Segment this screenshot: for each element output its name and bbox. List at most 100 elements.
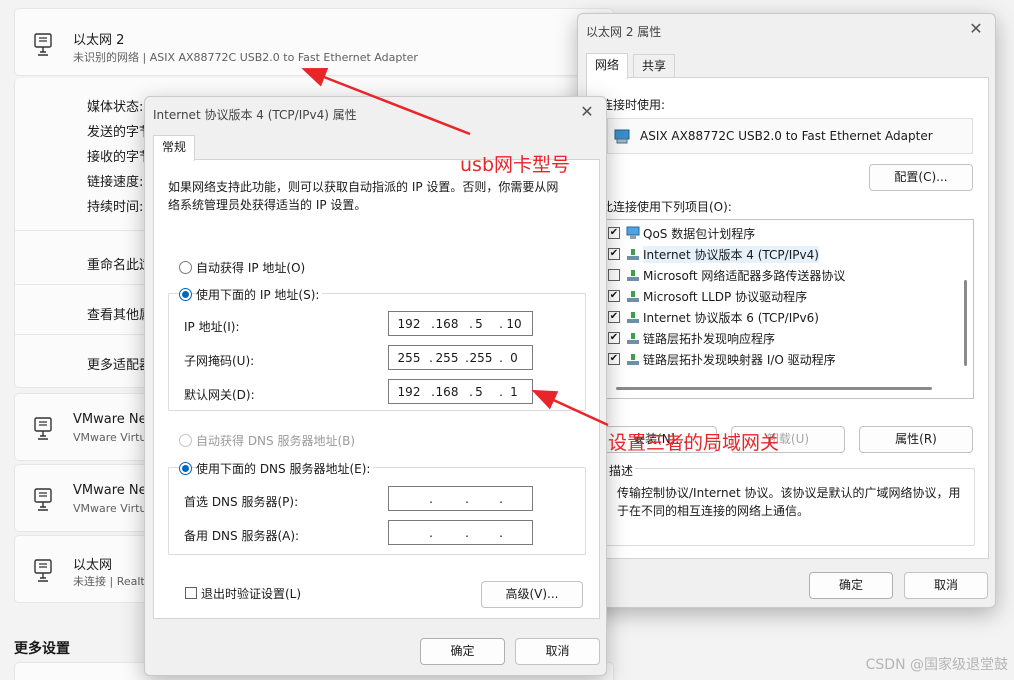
item-label: 链路层拓扑发现响应程序	[643, 332, 776, 346]
octet: 255	[469, 351, 493, 365]
description-label: 描述	[607, 462, 636, 479]
ethernet-icon	[34, 559, 52, 582]
adapter-box: ASIX AX88772C USB2.0 to Fast Ethernet Ad…	[607, 118, 973, 154]
checkbox[interactable]	[608, 269, 620, 281]
advanced-button[interactable]: 高级(V)...	[481, 581, 583, 608]
networking-panel: 连接时使用: ASIX AX88772C USB2.0 to Fast Ethe…	[586, 77, 989, 559]
checkbox[interactable]: ✔	[608, 332, 620, 344]
cancel-button[interactable]: 取消	[904, 572, 988, 599]
manual-dns-label[interactable]: 使用下面的 DNS 服务器地址(E):	[196, 460, 374, 477]
view-more-properties-link[interactable]: 查看其他属	[87, 304, 152, 323]
auto-ip-label[interactable]: 自动获得 IP 地址(O)	[196, 259, 305, 276]
dialog-title: Internet 协议版本 4 (TCP/IPv4) 属性	[153, 108, 357, 122]
item-label: Microsoft LLDP 协议驱动程序	[643, 290, 808, 304]
preferred-dns-field[interactable]: . . .	[388, 486, 533, 511]
manual-ip-radio[interactable]	[179, 288, 192, 301]
checkbox[interactable]: ✔	[608, 311, 620, 323]
items-label: 此连接使用下列项目(O):	[601, 200, 732, 214]
tab-sharing[interactable]: 共享	[633, 54, 676, 78]
preferred-dns-label: 首选 DNS 服务器(P):	[184, 495, 299, 509]
description-text: 于在不同的相互连接的网络上通信。	[617, 504, 810, 518]
alternate-dns-field[interactable]: . . .	[388, 520, 533, 545]
octet: 168	[435, 385, 459, 399]
dialog-title: 以太网 2 属性	[586, 25, 662, 39]
close-icon[interactable]: ✕	[965, 18, 987, 40]
bytes-sent-label: 发送的字节	[87, 125, 153, 140]
ethernet2-card[interactable]: 以太网 2 未识别的网络 | ASIX AX88772C USB2.0 to F…	[14, 8, 614, 76]
media-status-label: 媒体状态:	[87, 100, 144, 115]
tab-general[interactable]: 常规	[153, 135, 196, 161]
horizontal-scrollbar[interactable]	[616, 387, 932, 390]
manual-ip-label[interactable]: 使用下面的 IP 地址(S):	[196, 286, 323, 303]
octet: 1	[510, 385, 518, 399]
item-label: 链路层拓扑发现映射器 I/O 驱动程序	[643, 353, 836, 367]
manual-dns-radio[interactable]	[179, 462, 192, 475]
dot: .	[429, 526, 433, 540]
intro-text: 络系统管理员处获得适当的 IP 设置。	[168, 198, 367, 212]
checkbox[interactable]: ✔	[608, 227, 620, 239]
vertical-scrollbar[interactable]	[964, 280, 967, 366]
duration-label: 持续时间:	[87, 200, 144, 215]
octet: 255	[435, 351, 459, 365]
configure-button[interactable]: 配置(C)...	[869, 164, 973, 191]
ethernet-icon	[34, 488, 52, 511]
item-label: Internet 协议版本 6 (TCP/IPv6)	[643, 311, 819, 325]
auto-dns-label[interactable]: 自动获得 DNS 服务器地址(B)	[196, 432, 355, 449]
network-adapter-icon	[614, 129, 630, 144]
description-text: 传输控制协议/Internet 协议。该协议是默认的广域网络协议，用	[617, 486, 961, 500]
octet: 0	[510, 351, 518, 365]
ipv4-properties-dialog: Internet 协议版本 4 (TCP/IPv4) 属性 ✕ 常规 如果网络支…	[144, 96, 607, 676]
subnet-mask-field[interactable]: 255 . 255 . 255 . 0	[388, 345, 533, 370]
item-label: QoS 数据包计划程序	[643, 227, 756, 241]
protocol-icon	[627, 270, 639, 281]
dot: .	[499, 526, 503, 540]
subnet-mask-label: 子网掩码(U):	[184, 354, 255, 368]
ethernet2-subtitle: 未识别的网络 | ASIX AX88772C USB2.0 to Fast Et…	[73, 51, 418, 64]
connect-using-label: 连接时使用:	[601, 98, 666, 112]
general-panel: 如果网络支持此功能，则可以获取自动指派的 IP 设置。否则，你需要从网 络系统管…	[153, 159, 600, 619]
dot: .	[499, 492, 503, 506]
dot: .	[465, 526, 469, 540]
more-adapter-options-link[interactable]: 更多适配器	[87, 354, 152, 373]
octet: 5	[475, 385, 483, 399]
more-settings-heading: 更多设置	[14, 641, 70, 657]
adapter-subtitle: VMware Virtu	[73, 431, 147, 444]
protocol-icon	[627, 249, 639, 260]
close-icon[interactable]: ✕	[576, 101, 598, 123]
adapter-title: VMware Ne	[73, 483, 147, 498]
checkbox[interactable]: ✔	[608, 353, 620, 365]
octet: 10	[506, 317, 522, 331]
intro-text: 如果网络支持此功能，则可以获取自动指派的 IP 设置。否则，你需要从网	[168, 180, 559, 194]
validate-checkbox[interactable]	[185, 587, 197, 599]
protocol-icon	[627, 291, 639, 302]
ethernet2-title: 以太网 2	[73, 33, 125, 48]
dot: .	[465, 492, 469, 506]
ok-button[interactable]: 确定	[420, 638, 505, 665]
tab-networking[interactable]: 网络	[586, 53, 629, 79]
default-gateway-field[interactable]: 192 . 168 . 5 . 1	[388, 379, 533, 404]
ip-address-label: IP 地址(I):	[184, 320, 240, 334]
protocol-icon	[627, 312, 639, 323]
auto-ip-radio[interactable]	[179, 261, 192, 274]
validate-label[interactable]: 退出时验证设置(L)	[201, 585, 301, 602]
checkbox[interactable]: ✔	[608, 248, 620, 260]
protocol-icon	[627, 354, 639, 365]
adapter-title: 以太网	[73, 558, 113, 573]
dot: .	[429, 492, 433, 506]
alternate-dns-label: 备用 DNS 服务器(A):	[184, 529, 300, 543]
adapter-title: VMware Ne	[73, 412, 147, 427]
ip-address-field[interactable]: 192 . 168 . 5 . 10	[388, 311, 533, 336]
cancel-button[interactable]: 取消	[515, 638, 600, 665]
adapter-name: ASIX AX88772C USB2.0 to Fast Ethernet Ad…	[640, 129, 933, 143]
checkbox[interactable]: ✔	[608, 290, 620, 302]
octet: 168	[435, 317, 459, 331]
qos-icon	[626, 226, 640, 239]
ethernet2-properties-dialog: 以太网 2 属性 ✕ 网络 共享 连接时使用: ASIX AX88772C US…	[577, 13, 996, 608]
components-list: ✔ QoS 数据包计划程序 ✔ Internet 协议版本 4 (TCP/IPv…	[603, 219, 974, 399]
properties-button[interactable]: 属性(R)	[859, 426, 973, 453]
adapter-subtitle: 未连接 | Realt	[73, 575, 145, 588]
ok-button[interactable]: 确定	[809, 572, 893, 599]
auto-dns-radio[interactable]	[179, 434, 192, 447]
rename-adapter-link[interactable]: 重命名此适	[87, 254, 152, 273]
link-speed-label: 链接速度:	[87, 175, 144, 190]
